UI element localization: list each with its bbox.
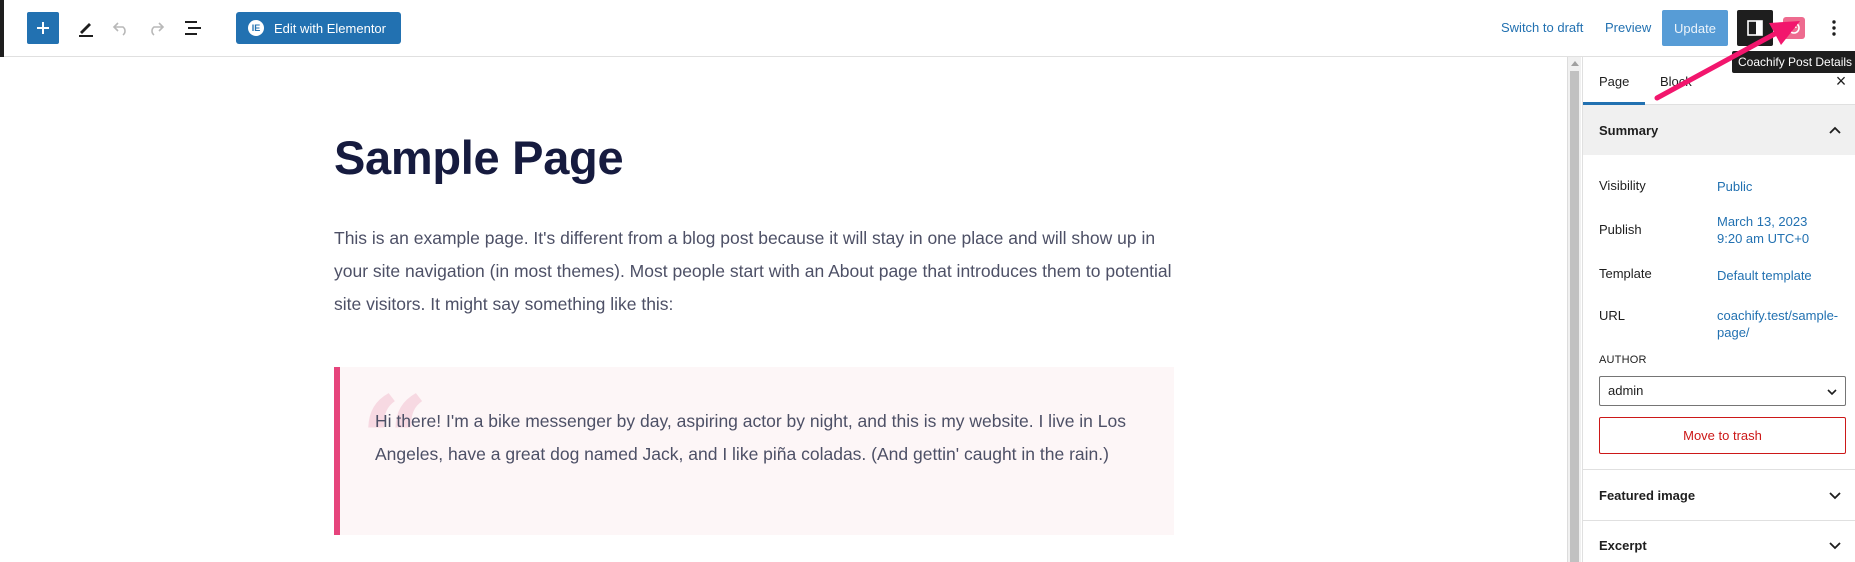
coachify-tooltip: Coachify Post Details [1732, 51, 1855, 73]
editor-scrollbar[interactable] [1567, 57, 1581, 562]
chevron-down-icon [1829, 542, 1841, 550]
featured-image-heading: Featured image [1599, 487, 1696, 503]
quote-text[interactable]: Hi there! I'm a bike messenger by day, a… [375, 405, 1145, 471]
plus-icon [37, 22, 49, 34]
switch-to-draft-link[interactable]: Switch to draft [1501, 20, 1583, 35]
redo-icon [151, 22, 165, 36]
settings-sidebar: Page Block × Summary Visibility Public P… [1582, 57, 1855, 562]
options-menu-button[interactable] [1822, 14, 1846, 42]
preview-link[interactable]: Preview [1605, 20, 1651, 35]
chevron-down-icon [1829, 492, 1841, 500]
elementor-logo-icon: IE [248, 20, 264, 36]
intro-paragraph[interactable]: This is an example page. It's different … [334, 222, 1174, 321]
chevron-down-icon [1827, 389, 1837, 396]
close-icon[interactable]: × [1831, 71, 1851, 91]
edit-with-elementor-label: Edit with Elementor [274, 20, 386, 36]
publish-date: March 13, 2023 [1717, 214, 1808, 229]
tools-button[interactable] [72, 14, 100, 42]
publish-date-button[interactable]: March 13, 2023 9:20 am UTC+0 [1717, 213, 1809, 247]
url-value[interactable]: coachify.test/sample- page/ [1717, 307, 1838, 341]
template-label: Template [1599, 266, 1652, 281]
template-value[interactable]: Default template [1717, 267, 1812, 284]
publish-label: Publish [1599, 222, 1642, 237]
sidebar-toggle-icon [1747, 20, 1763, 36]
summary-panel-toggle[interactable]: Summary [1583, 105, 1855, 155]
url-line-2: page/ [1717, 325, 1750, 340]
add-block-button[interactable] [27, 12, 59, 44]
visibility-label: Visibility [1599, 178, 1646, 193]
scroll-up-icon[interactable] [1571, 61, 1579, 66]
url-label: URL [1599, 308, 1626, 323]
tab-page[interactable]: Page [1599, 74, 1629, 89]
chevron-up-icon [1829, 126, 1841, 134]
summary-heading: Summary [1599, 122, 1659, 138]
redo-button[interactable] [142, 14, 170, 42]
toolbar-edge [0, 0, 4, 57]
featured-image-panel-toggle[interactable]: Featured image [1583, 470, 1855, 520]
blockquote[interactable]: “ Hi there! I'm a bike messenger by day,… [334, 367, 1174, 535]
list-view-icon [185, 21, 201, 35]
author-value: admin [1608, 383, 1644, 398]
excerpt-panel-toggle[interactable]: Excerpt [1583, 520, 1855, 562]
scrollbar-thumb[interactable] [1570, 71, 1579, 562]
tab-block[interactable]: Block [1660, 74, 1692, 89]
excerpt-heading: Excerpt [1599, 537, 1647, 553]
document-overview-button[interactable] [179, 14, 207, 42]
author-label: AUTHOR [1599, 354, 1647, 366]
edit-with-elementor-button[interactable]: IE Edit with Elementor [236, 12, 401, 44]
undo-icon [112, 22, 126, 36]
update-button[interactable]: Update [1662, 10, 1728, 46]
undo-button[interactable] [107, 14, 135, 42]
move-to-trash-button[interactable]: Move to trash [1599, 417, 1846, 454]
editor-toolbar: IE Edit with Elementor Switch to draft P… [0, 0, 1855, 57]
publish-time: 9:20 am UTC+0 [1717, 231, 1810, 246]
url-line-1: coachify.test/sample- [1717, 308, 1839, 323]
pencil-icon [79, 23, 93, 37]
author-select[interactable]: admin [1599, 376, 1846, 406]
coachify-logo-icon [1783, 17, 1805, 39]
visibility-value[interactable]: Public [1717, 178, 1752, 195]
more-vertical-icon [1832, 20, 1836, 36]
settings-toggle-button[interactable] [1737, 10, 1773, 46]
page-title[interactable]: Sample Page [334, 130, 624, 185]
coachify-post-details-button[interactable] [1780, 14, 1808, 42]
